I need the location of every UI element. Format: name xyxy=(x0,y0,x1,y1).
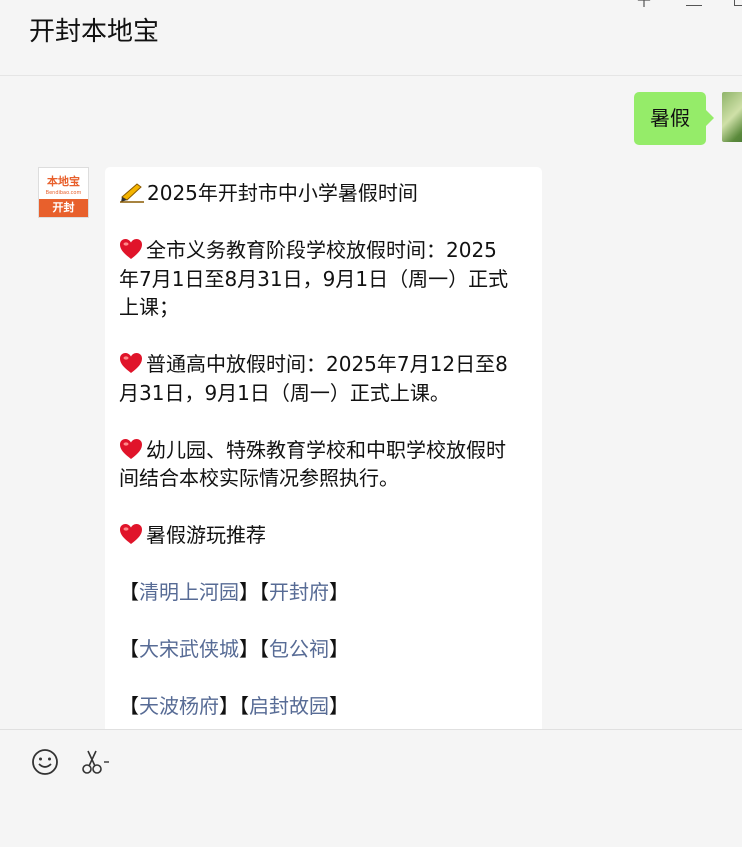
link-tianbo-yangfu[interactable]: 天波杨府 xyxy=(139,694,219,718)
heart-icon xyxy=(120,353,142,373)
paragraph-3-line-1: 幼儿园、特殊教育学校和中职学校放假时 xyxy=(146,437,506,462)
maximize-icon[interactable] xyxy=(734,0,742,6)
paragraph-1-line-3: 上课； xyxy=(119,295,179,319)
minimize-icon[interactable] xyxy=(686,5,702,6)
logo-name: 本地宝 xyxy=(47,175,80,188)
link-row-3: 【天波杨府】【启封故园】 xyxy=(119,694,349,718)
link-baogong-temple[interactable]: 包公祠 xyxy=(269,637,329,661)
emoji-icon[interactable] xyxy=(31,748,59,776)
logo-top: 本地宝 Bendibao.com xyxy=(39,168,88,199)
heart-icon xyxy=(120,524,142,544)
scissors-icon[interactable] xyxy=(80,748,110,776)
heart-icon xyxy=(120,438,142,459)
message-title: 2025年开封市中小学暑假时间 xyxy=(147,181,418,205)
paragraph-2-line-2: 月31日，9月1日（周一）正式上课。 xyxy=(119,380,450,405)
my-avatar[interactable] xyxy=(722,92,742,142)
link-qingming-park[interactable]: 清明上河园 xyxy=(139,580,239,604)
paragraph-4: 暑假游玩推荐 xyxy=(119,521,528,550)
logo-city: 开封 xyxy=(39,199,88,217)
paragraph-2: 普通高中放假时间：2025年7月12日至8 xyxy=(119,350,528,379)
outgoing-message[interactable]: 暑假 xyxy=(634,92,714,145)
writing-hand-icon xyxy=(120,183,144,203)
sender-avatar[interactable]: 本地宝 Bendibao.com 开封 xyxy=(38,167,89,218)
link-row-2: 【大宋武侠城】【包公祠】 xyxy=(119,637,349,661)
paragraph-3: 幼儿园、特殊教育学校和中职学校放假时 xyxy=(119,436,528,465)
paragraph-2-line-1: 普通高中放假时间：2025年7月12日至8 xyxy=(146,352,508,376)
paragraph-1: 全市义务教育阶段学校放假时间：2025 xyxy=(119,236,528,265)
chat-title: 开封本地宝 xyxy=(29,17,160,47)
chat-header: 开封本地宝 xyxy=(0,0,742,76)
link-qifeng-garden[interactable]: 启封故园 xyxy=(249,694,329,718)
link-kaifeng-fu[interactable]: 开封府 xyxy=(269,580,329,604)
link-row-1: 【清明上河园】【开封府】 xyxy=(119,580,349,604)
paragraph-4-text: 暑假游玩推荐 xyxy=(146,523,266,547)
paragraph-3-line-2: 间结合本校实际情况参照执行。 xyxy=(119,466,399,490)
incoming-message[interactable]: 2025年开封市中小学暑假时间 全市义务教育阶段学校放假时间：2025 年7月1… xyxy=(105,167,542,729)
paragraph-1-line-2: 年7月1日至8月31日，9月1日（周一）正式 xyxy=(119,266,509,291)
message-title-line: 2025年开封市中小学暑假时间 xyxy=(119,179,528,208)
input-toolbar xyxy=(0,729,742,847)
link-song-wuxia-city[interactable]: 大宋武侠城 xyxy=(139,637,239,661)
message-list[interactable]: 暑假 本地宝 Bendibao.com 开封 2025年开封市中小学暑假时间 全… xyxy=(0,77,742,729)
heart-icon xyxy=(120,239,142,259)
pin-icon[interactable] xyxy=(636,0,652,8)
paragraph-1-line-1: 全市义务教育阶段学校放假时间：2025 xyxy=(146,238,497,262)
logo-url: Bendibao.com xyxy=(45,190,82,196)
